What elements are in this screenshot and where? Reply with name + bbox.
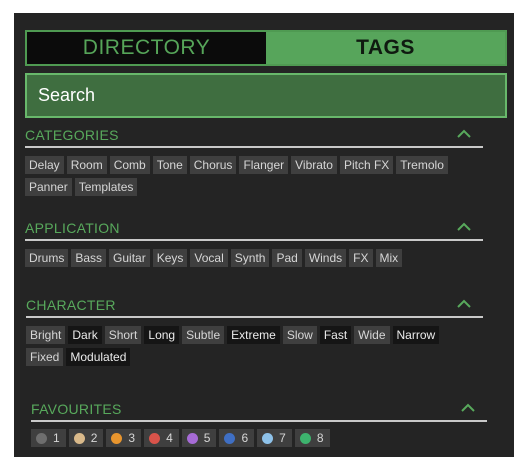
- character-tag-list: Bright Dark Short Long Subtle Extreme Slow Fast…: [26, 326, 466, 366]
- tag-comb[interactable]: Comb: [109, 156, 150, 174]
- tag-pad[interactable]: Pad: [272, 249, 302, 267]
- tag-subtle[interactable]: Subtle: [182, 326, 225, 344]
- colour-dot-icon: [299, 432, 311, 444]
- colour-dot-icon: [73, 432, 85, 444]
- tag-pitch-fx[interactable]: Pitch FX: [339, 156, 394, 174]
- character-title: CHARACTER: [26, 297, 116, 313]
- tag-narrow[interactable]: Narrow: [392, 326, 440, 344]
- favourites-section: FAVOURITES 1 2 3 4 5 6 7 8: [31, 400, 487, 447]
- colour-dot-icon: [262, 432, 274, 444]
- favourite-label: 5: [203, 431, 211, 445]
- favourite-tag-5[interactable]: 5: [181, 429, 217, 447]
- tag-slow[interactable]: Slow: [282, 326, 317, 344]
- application-section: APPLICATION Drums Bass Guitar Keys Vocal Synt…: [25, 219, 483, 267]
- favourite-tag-3[interactable]: 3: [106, 429, 142, 447]
- colour-dot-icon: [186, 432, 198, 444]
- application-tag-list: Drums Bass Guitar Keys Vocal Synth Pad Winds FX M…: [25, 249, 483, 267]
- search-box[interactable]: [25, 73, 507, 118]
- favourite-tag-1[interactable]: 1: [31, 429, 66, 447]
- tag-long[interactable]: Long: [144, 326, 180, 344]
- favourite-tag-4[interactable]: 4: [144, 429, 179, 447]
- favourite-tag-7[interactable]: 7: [257, 429, 292, 447]
- colour-dot-icon: [111, 432, 123, 444]
- tag-templates[interactable]: Templates: [74, 178, 138, 196]
- favourite-tag-2[interactable]: 2: [68, 429, 104, 447]
- favourite-label: 4: [166, 431, 173, 445]
- tag-dark[interactable]: Dark: [68, 326, 102, 344]
- favourite-label: 2: [90, 431, 98, 445]
- tab-tags[interactable]: TAGS: [266, 32, 505, 64]
- tag-wide[interactable]: Wide: [354, 326, 390, 344]
- colour-dot-icon: [224, 432, 236, 444]
- categories-section: CATEGORIES Delay Room Comb Tone Chorus Flange…: [25, 126, 483, 196]
- tag-keys[interactable]: Keys: [152, 249, 188, 267]
- tab-directory[interactable]: DIRECTORY: [27, 32, 266, 64]
- colour-dot-icon: [149, 432, 161, 444]
- tag-browser-panel: DIRECTORY TAGS CATEGORIES DelayRoomCombT…: [14, 13, 514, 457]
- favourite-label: 7: [279, 431, 286, 445]
- tag-drums[interactable]: Drums: [25, 249, 69, 267]
- favourite-label: 1: [53, 431, 60, 445]
- search-input[interactable]: [38, 85, 478, 106]
- tag-winds[interactable]: Winds: [304, 249, 347, 267]
- character-section: CHARACTER Bright Dark Short Long Subtle Extre…: [26, 296, 483, 366]
- tag-guitar[interactable]: Guitar: [109, 249, 150, 267]
- character-header[interactable]: CHARACTER: [26, 296, 483, 318]
- collapse-chevron-up-icon[interactable]: [461, 403, 475, 413]
- tag-chorus[interactable]: Chorus: [189, 156, 237, 174]
- favourite-label: 6: [241, 431, 249, 445]
- collapse-chevron-up-icon[interactable]: [457, 129, 471, 139]
- tag-short[interactable]: Short: [104, 326, 142, 344]
- view-tabs: DIRECTORY TAGS: [25, 30, 507, 66]
- favourite-tag-8[interactable]: 8: [294, 429, 330, 447]
- favourite-tag-6[interactable]: 6: [219, 429, 255, 447]
- tag-tone[interactable]: Tone: [152, 156, 187, 174]
- tag-fast[interactable]: Fast: [319, 326, 352, 344]
- tag-fx[interactable]: FX: [349, 249, 373, 267]
- favourites-title: FAVOURITES: [31, 401, 122, 417]
- favourite-label: 3: [128, 431, 136, 445]
- application-header[interactable]: APPLICATION: [25, 219, 483, 241]
- categories-title: CATEGORIES: [25, 127, 119, 143]
- tag-synth[interactable]: Synth: [230, 249, 270, 267]
- tag-delay[interactable]: Delay: [25, 156, 64, 174]
- colour-dot-icon: [36, 432, 47, 444]
- tag-bright[interactable]: Bright: [26, 326, 66, 344]
- favourites-tag-list: 1 2 3 4 5 6 7 8: [31, 429, 487, 447]
- collapse-chevron-up-icon[interactable]: [457, 299, 471, 309]
- tag-vibrato[interactable]: Vibrato: [291, 156, 337, 174]
- tag-modulated[interactable]: Modulated: [66, 348, 131, 366]
- tag-room[interactable]: Room: [66, 156, 107, 174]
- collapse-chevron-up-icon[interactable]: [457, 222, 471, 232]
- application-title: APPLICATION: [25, 220, 120, 236]
- categories-tag-list: Delay Room Comb Tone Chorus Flanger Vibrato Pit…: [25, 156, 483, 196]
- tag-panner[interactable]: Panner: [25, 178, 72, 196]
- tag-extreme[interactable]: Extreme: [227, 326, 280, 344]
- tag-fixed[interactable]: Fixed: [26, 348, 64, 366]
- tag-vocal[interactable]: Vocal: [190, 249, 228, 267]
- categories-header[interactable]: CATEGORIES: [25, 126, 483, 148]
- tag-flanger[interactable]: Flanger: [239, 156, 289, 174]
- tag-mix[interactable]: Mix: [375, 249, 403, 267]
- favourites-header[interactable]: FAVOURITES: [31, 400, 487, 422]
- tag-bass[interactable]: Bass: [71, 249, 107, 267]
- tag-tremolo[interactable]: Tremolo: [396, 156, 448, 174]
- favourite-label: 8: [316, 431, 324, 445]
